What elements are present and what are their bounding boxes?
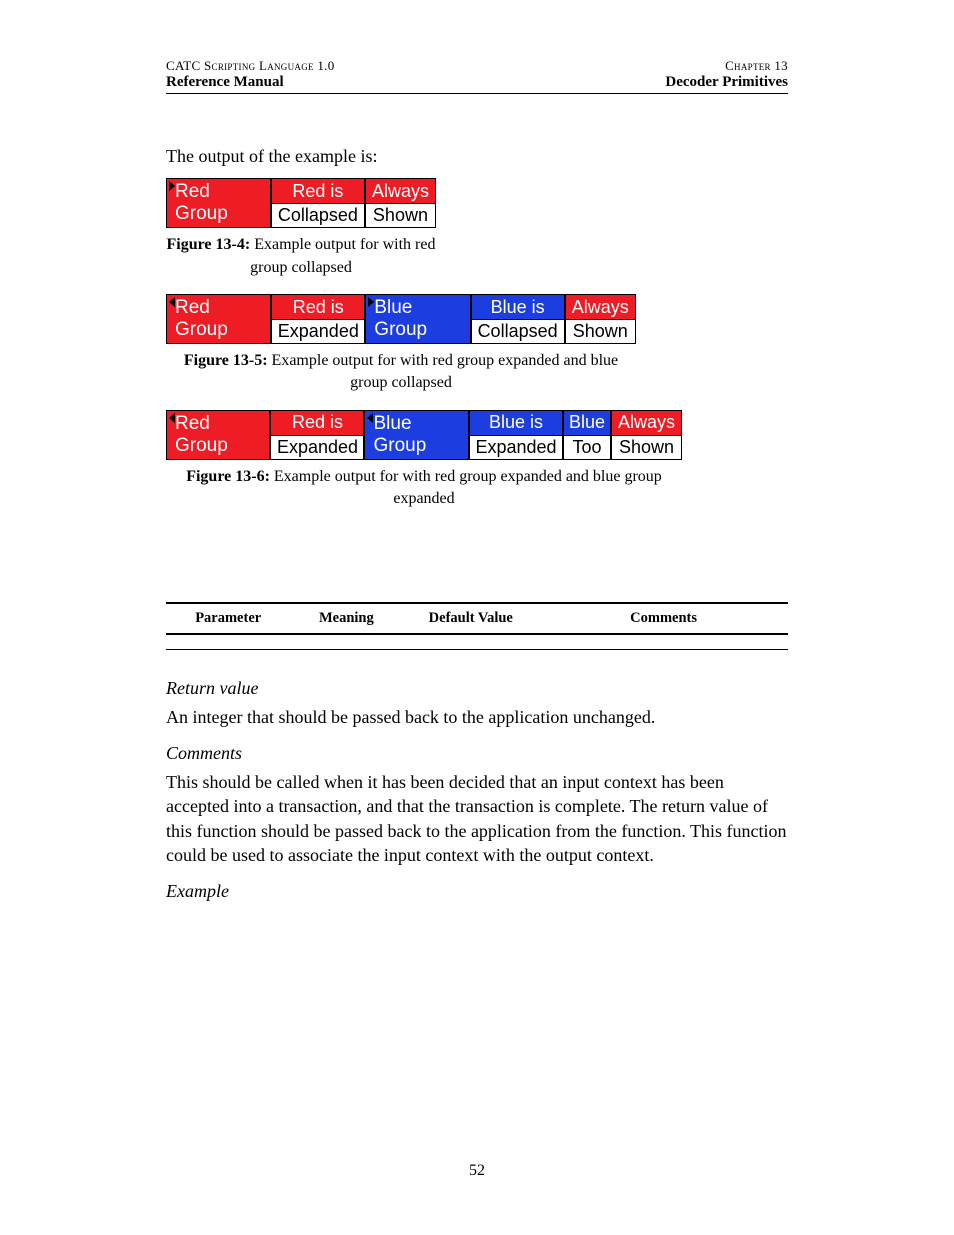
cell-too: Too <box>563 435 611 460</box>
page-number: 52 <box>0 1162 954 1180</box>
cell-shown: Shown <box>611 435 682 460</box>
header-right-bottom: Decoder Primitives <box>665 74 788 91</box>
table-header-default: Default Value <box>402 604 539 633</box>
parameter-table: Parameter Meaning Default Value Comments <box>166 602 788 650</box>
red-group-cell: Red Group <box>166 294 271 344</box>
header-right-top: Chapter 13 <box>725 58 788 74</box>
return-value-body: An integer that should be passed back to… <box>166 705 788 729</box>
table-header-meaning: Meaning <box>290 604 402 633</box>
red-group-label: Red Group <box>175 413 261 457</box>
red-group-label: Red Group <box>175 181 262 225</box>
collapse-left-icon <box>169 413 175 423</box>
cell-shown: Shown <box>365 203 436 228</box>
blue-group-label: Blue Group <box>373 413 459 457</box>
cell-expanded: Expanded <box>469 435 563 460</box>
return-value-heading: Return value <box>166 678 788 699</box>
expand-right-icon <box>368 297 374 307</box>
cell-collapsed: Collapsed <box>271 203 365 228</box>
blue-group-cell: Blue Group <box>364 410 468 460</box>
caption-text: Example output for <box>254 236 382 253</box>
running-header: CATC Scripting Language 1.0 Chapter 13 R… <box>166 58 788 94</box>
cell-shown: Shown <box>565 319 636 344</box>
blue-group-label: Blue Group <box>374 297 461 341</box>
table-header-comments: Comments <box>539 604 788 633</box>
header-rule <box>166 93 788 94</box>
example-heading: Example <box>166 881 788 902</box>
red-group-label: Red Group <box>175 297 262 341</box>
cell-always: Always <box>611 410 682 435</box>
cell-blue-is: Blue is <box>471 294 565 319</box>
caption-text: Example output for <box>272 352 400 369</box>
cell-blue-is: Blue is <box>469 410 563 435</box>
caption-label: Figure 13-4: <box>167 236 251 253</box>
cell-blue: Blue <box>563 410 611 435</box>
cell-red-is: Red is <box>271 294 365 319</box>
intro-paragraph: The output of the example is: <box>166 144 788 168</box>
cell-expanded: Expanded <box>270 435 364 460</box>
blue-group-cell: Blue Group <box>365 294 470 344</box>
cell-expanded: Expanded <box>271 319 365 344</box>
figure-13-4: Red Group Red is Collapsed Always Shown <box>166 178 436 228</box>
caption-text-2: with red group expanded and blue group e… <box>393 468 661 507</box>
caption-label: Figure 13-6: <box>186 468 270 485</box>
cell-always: Always <box>365 178 436 203</box>
comments-heading: Comments <box>166 743 788 764</box>
red-group-cell: Red Group <box>166 178 271 228</box>
header-left-top: CATC Scripting Language 1.0 <box>166 58 335 74</box>
figure-13-6-caption: Figure 13-6: Example output for with red… <box>166 466 682 510</box>
collapse-left-icon <box>367 413 373 423</box>
cell-always: Always <box>565 294 636 319</box>
header-left-bottom: Reference Manual <box>166 74 284 91</box>
cell-red-is: Red is <box>270 410 364 435</box>
cell-collapsed: Collapsed <box>471 319 565 344</box>
red-group-cell: Red Group <box>166 410 270 460</box>
cell-red-is: Red is <box>271 178 365 203</box>
caption-text: Example output for <box>274 468 402 485</box>
figure-13-6: Red Group Red is Expanded Blue Group Blu… <box>166 410 682 460</box>
figure-13-4-caption: Figure 13-4: Example output for with red… <box>166 234 436 278</box>
expand-right-icon <box>169 181 175 191</box>
caption-label: Figure 13-5: <box>184 352 268 369</box>
figure-13-5: Red Group Red is Expanded Blue Group Blu… <box>166 294 636 344</box>
collapse-left-icon <box>169 297 175 307</box>
table-header-parameter: Parameter <box>166 604 290 633</box>
figure-13-5-caption: Figure 13-5: Example output for with red… <box>166 350 636 394</box>
comments-body: This should be called when it has been d… <box>166 770 788 867</box>
